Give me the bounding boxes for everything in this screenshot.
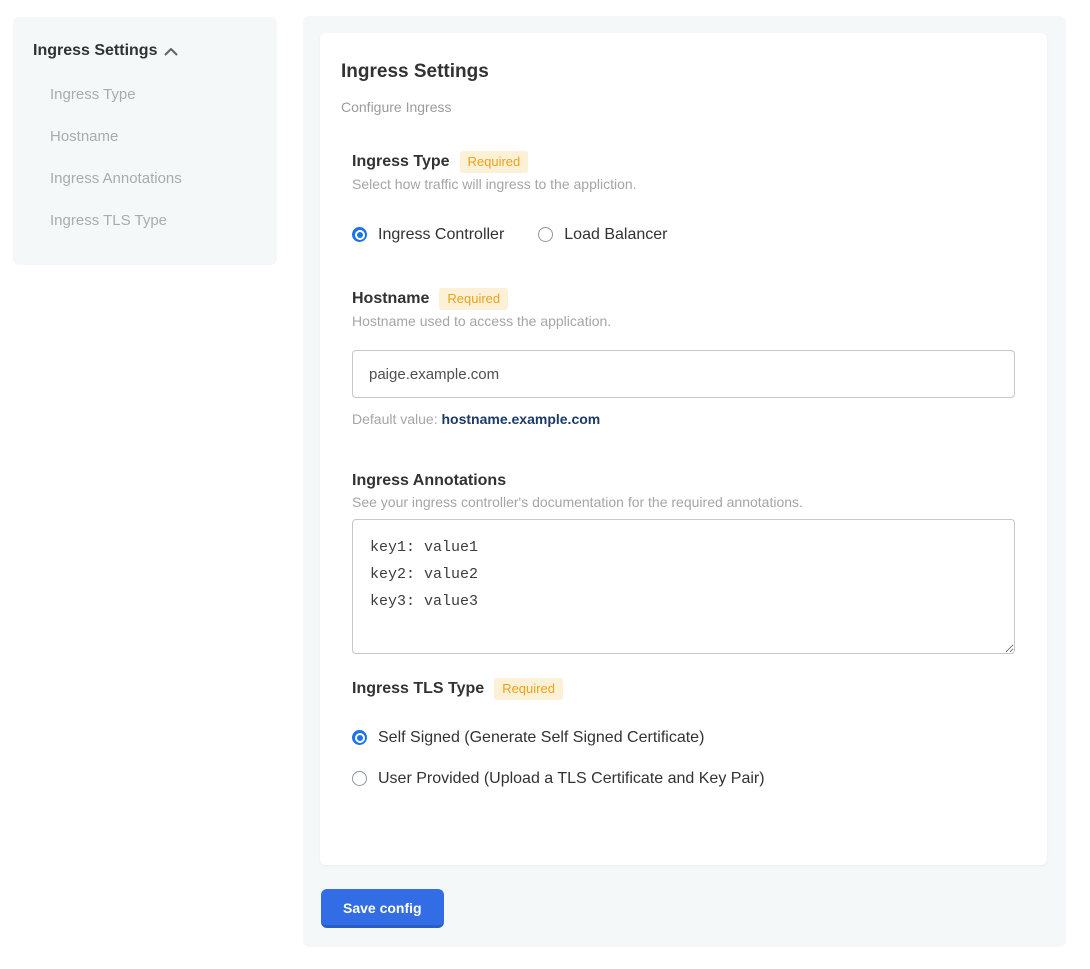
radio-option-self-signed[interactable]: Self Signed (Generate Self Signed Certif… <box>352 728 1015 747</box>
field-label: Ingress TLS Type <box>352 679 484 699</box>
fields-container: Ingress Type Required Select how traffic… <box>352 151 1015 788</box>
radio-option-label: Load Balancer <box>564 225 667 244</box>
required-badge: Required <box>460 151 529 173</box>
radio-option-load-balancer[interactable]: Load Balancer <box>538 225 667 244</box>
ingress-annotations-textarea[interactable] <box>352 519 1015 654</box>
radio-unselected-icon[interactable] <box>352 771 367 786</box>
field-help-text: See your ingress controller's documentat… <box>352 493 1015 511</box>
chevron-up-icon[interactable] <box>164 43 178 61</box>
radio-option-ingress-controller[interactable]: Ingress Controller <box>352 225 504 244</box>
radio-selected-icon[interactable] <box>352 227 367 242</box>
sidebar-item-ingress-annotations[interactable]: Ingress Annotations <box>50 170 257 188</box>
page-title: Ingress Settings <box>341 61 1026 83</box>
ingress-type-radio-group: Ingress Controller Load Balancer <box>352 225 1015 244</box>
hostname-input[interactable] <box>352 350 1015 398</box>
radio-unselected-icon[interactable] <box>538 227 553 242</box>
sidebar-group-ingress-settings[interactable]: Ingress Settings <box>33 41 257 61</box>
radio-selected-icon[interactable] <box>352 730 367 745</box>
default-value-prefix: Default value: <box>352 411 442 427</box>
ingress-settings-card: Ingress Settings Configure Ingress Ingre… <box>320 33 1047 865</box>
page-subtitle: Configure Ingress <box>341 99 1026 115</box>
sidebar-group-title: Ingress Settings <box>33 42 157 60</box>
radio-option-label: Ingress Controller <box>378 225 504 244</box>
save-config-button[interactable]: Save config <box>321 889 444 928</box>
config-panel: Ingress Settings Configure Ingress Ingre… <box>303 16 1066 947</box>
field-label: Ingress Annotations <box>352 471 506 491</box>
sidebar-item-ingress-tls-type[interactable]: Ingress TLS Type <box>50 212 257 230</box>
config-nav-sidebar: Ingress Settings Ingress Type Hostname I… <box>13 17 277 265</box>
required-badge: Required <box>494 678 563 700</box>
field-ingress-type: Ingress Type Required Select how traffic… <box>352 151 1015 244</box>
field-hostname: Hostname Required Hostname used to acces… <box>352 288 1015 427</box>
field-help-text: Select how traffic will ingress to the a… <box>352 175 1015 193</box>
sidebar-nav: Ingress Type Hostname Ingress Annotation… <box>50 86 257 230</box>
sidebar-item-hostname[interactable]: Hostname <box>50 128 257 146</box>
field-help-text: Hostname used to access the application. <box>352 312 1015 330</box>
default-value-line: Default value: hostname.example.com <box>352 411 1015 427</box>
field-label: Ingress Type <box>352 152 450 172</box>
field-ingress-tls-type: Ingress TLS Type Required Self Signed (G… <box>352 678 1015 788</box>
required-badge: Required <box>439 288 508 310</box>
radio-option-user-provided[interactable]: User Provided (Upload a TLS Certificate … <box>352 769 1015 788</box>
radio-option-label: Self Signed (Generate Self Signed Certif… <box>378 728 704 747</box>
radio-option-label: User Provided (Upload a TLS Certificate … <box>378 769 765 788</box>
sidebar-item-ingress-type[interactable]: Ingress Type <box>50 86 257 104</box>
default-value-text: hostname.example.com <box>442 411 601 427</box>
field-ingress-annotations: Ingress Annotations See your ingress con… <box>352 471 1015 654</box>
field-label: Hostname <box>352 289 429 309</box>
